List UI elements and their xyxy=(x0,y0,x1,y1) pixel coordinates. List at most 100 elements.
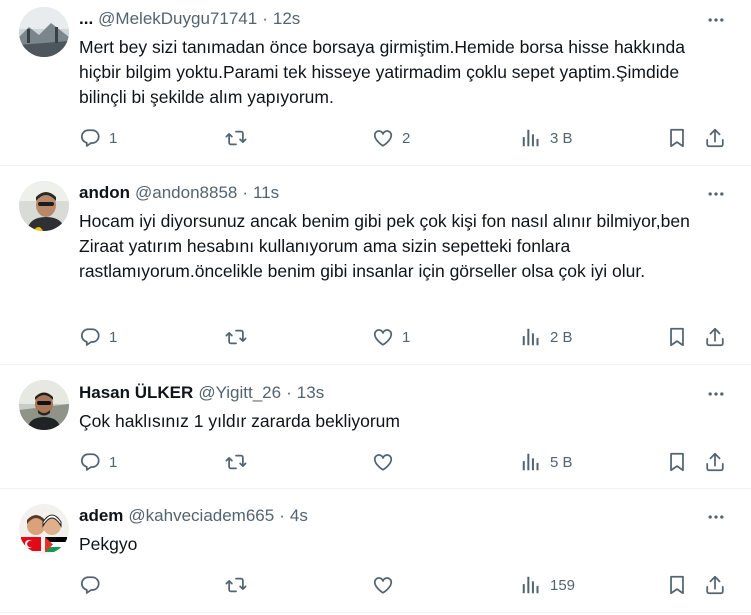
retweet-button[interactable] xyxy=(225,573,255,597)
retweet-icon xyxy=(225,574,247,596)
like-button[interactable]: 1 xyxy=(372,325,410,349)
display-name[interactable]: andon xyxy=(79,182,130,204)
more-dots-icon xyxy=(706,184,726,204)
bookmark-button[interactable] xyxy=(666,450,688,474)
more-dots-icon xyxy=(706,507,726,527)
reply-count: 1 xyxy=(109,453,118,471)
reply-count: 1 xyxy=(109,328,118,346)
tweet-text: Mert bey sizi tanımadan önce borsaya gir… xyxy=(79,37,685,107)
timestamp[interactable]: 4s xyxy=(290,505,308,527)
more-dots-icon xyxy=(706,384,726,404)
timestamp[interactable]: 13s xyxy=(297,382,324,404)
share-icon xyxy=(704,326,726,348)
like-button[interactable]: 2 xyxy=(372,126,410,150)
reply-button[interactable]: 1 xyxy=(79,126,117,150)
reply-count: 1 xyxy=(109,129,118,147)
reply-button[interactable] xyxy=(79,573,109,597)
retweet-button[interactable] xyxy=(225,325,255,349)
avatar[interactable] xyxy=(19,380,69,430)
views-chart-icon xyxy=(520,326,542,348)
display-name[interactable]: Hasan ÜLKER xyxy=(79,382,193,404)
bookmark-button[interactable] xyxy=(666,573,688,597)
reply-icon xyxy=(79,574,101,596)
reply-icon xyxy=(79,127,101,149)
views-button[interactable]: 3 B xyxy=(520,126,573,150)
retweet-icon xyxy=(225,451,247,473)
avatar[interactable] xyxy=(19,504,69,554)
tweet[interactable]: adem @kahveciadem665 · 4s Pekgyo 159 xyxy=(0,489,751,613)
bookmark-icon xyxy=(666,574,688,596)
share-icon xyxy=(704,574,726,596)
like-count: 1 xyxy=(402,328,411,346)
retweet-button[interactable] xyxy=(225,450,255,474)
share-button[interactable] xyxy=(704,450,726,474)
tweet[interactable]: ... @MelekDuygu71741 · 12s Mert bey sizi… xyxy=(0,0,751,166)
share-button[interactable] xyxy=(704,126,726,150)
bookmark-button[interactable] xyxy=(666,325,688,349)
separator-dot: · xyxy=(286,383,292,402)
retweet-button[interactable] xyxy=(225,126,255,150)
separator-dot: · xyxy=(242,183,249,202)
share-icon xyxy=(704,451,726,473)
separator-dot: · xyxy=(279,506,285,525)
user-handle[interactable]: @andon8858 xyxy=(135,182,237,204)
more-options-button[interactable] xyxy=(705,183,727,205)
tweet[interactable]: andon @andon8858 · 11s Hocam iyi diyorsu… xyxy=(0,166,751,365)
more-options-button[interactable] xyxy=(705,506,727,528)
like-button[interactable] xyxy=(372,573,402,597)
reply-icon xyxy=(79,326,101,348)
tweet-text: Çok haklısınız 1 yıldır zararda bekliyor… xyxy=(79,411,400,431)
share-button[interactable] xyxy=(704,325,726,349)
avatar[interactable] xyxy=(19,7,69,57)
views-chart-icon xyxy=(520,574,542,596)
views-count: 2 B xyxy=(550,328,573,346)
separator-dot: · xyxy=(262,9,268,28)
retweet-icon xyxy=(225,326,247,348)
tweet-actions: 159 xyxy=(79,573,731,597)
views-chart-icon xyxy=(520,127,542,149)
user-handle[interactable]: @MelekDuygu71741 xyxy=(98,8,257,30)
reply-button[interactable]: 1 xyxy=(79,325,117,349)
user-handle[interactable]: @Yigitt_26 xyxy=(198,382,281,404)
display-name[interactable]: adem xyxy=(79,505,123,527)
avatar[interactable] xyxy=(19,181,69,231)
display-name[interactable]: ... xyxy=(79,8,93,30)
tweet-header: ... @MelekDuygu71741 · 12s xyxy=(79,8,300,30)
reply-button[interactable]: 1 xyxy=(79,450,117,474)
views-button[interactable]: 2 B xyxy=(520,325,573,349)
tweet-header: adem @kahveciadem665 · 4s xyxy=(79,505,308,527)
timestamp[interactable]: 12s xyxy=(273,8,300,30)
user-handle[interactable]: @kahveciadem665 xyxy=(128,505,274,527)
heart-icon xyxy=(372,451,394,473)
views-chart-icon xyxy=(520,451,542,473)
share-button[interactable] xyxy=(704,573,726,597)
tweet-header: Hasan ÜLKER @Yigitt_26 · 13s xyxy=(79,382,324,404)
share-icon xyxy=(704,127,726,149)
views-button[interactable]: 159 xyxy=(520,573,575,597)
like-count: 2 xyxy=(402,129,411,147)
views-button[interactable]: 5 B xyxy=(520,450,573,474)
tweet-actions: 1 5 B xyxy=(79,450,731,474)
heart-icon xyxy=(372,127,394,149)
timestamp[interactable]: 11s xyxy=(253,182,279,204)
tweet-actions: 1 2 3 B xyxy=(79,126,731,150)
tweet-actions: 1 1 2 B xyxy=(79,325,731,349)
more-dots-icon xyxy=(706,10,726,30)
heart-icon xyxy=(372,326,394,348)
tweet-text: Hocam iyi diyorsunuz ancak benim gibi pe… xyxy=(79,211,690,281)
views-count: 5 B xyxy=(550,453,573,471)
retweet-icon xyxy=(225,127,247,149)
heart-icon xyxy=(372,574,394,596)
more-options-button[interactable] xyxy=(705,383,727,405)
tweet-header: andon @andon8858 · 11s xyxy=(79,182,279,204)
views-count: 3 B xyxy=(550,129,573,147)
more-options-button[interactable] xyxy=(705,9,727,31)
bookmark-button[interactable] xyxy=(666,126,688,150)
tweet[interactable]: Hasan ÜLKER @Yigitt_26 · 13s Çok haklısı… xyxy=(0,365,751,489)
tweet-text: Pekgyo xyxy=(79,534,138,554)
reply-feed: ... @MelekDuygu71741 · 12s Mert bey sizi… xyxy=(0,0,751,613)
like-button[interactable] xyxy=(372,450,402,474)
reply-icon xyxy=(79,451,101,473)
bookmark-icon xyxy=(666,451,688,473)
bookmark-icon xyxy=(666,326,688,348)
